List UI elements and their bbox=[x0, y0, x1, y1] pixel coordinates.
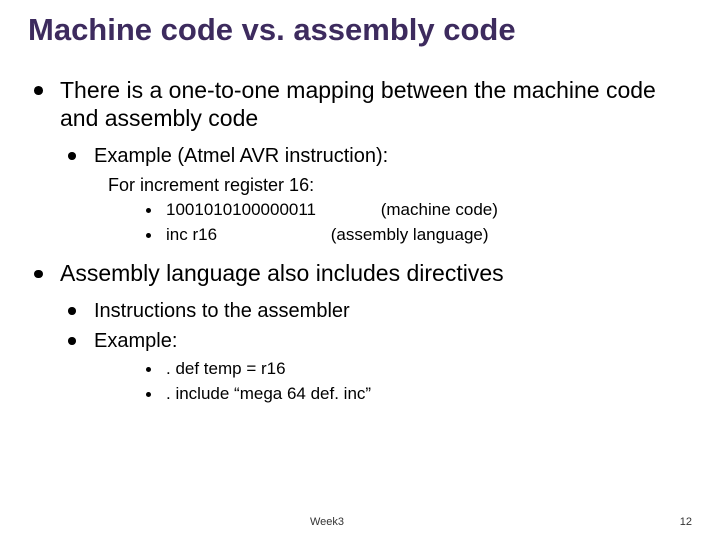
bullet-level3-intro: For increment register 16: bbox=[108, 173, 692, 197]
slide-number: 12 bbox=[680, 516, 692, 528]
bullet-level4: 1001010100000011 (machine code) bbox=[146, 199, 692, 222]
note-text: (assembly language) bbox=[331, 225, 489, 244]
bullet-level2: Example: bbox=[68, 328, 692, 354]
bullet-level1: There is a one-to-one mapping between th… bbox=[34, 76, 692, 134]
note-text: (machine code) bbox=[381, 200, 498, 219]
code-text: 1001010100000011 bbox=[166, 199, 376, 222]
bullet-level4: . include “mega 64 def. inc” bbox=[146, 383, 692, 406]
bullet-level2: Example (Atmel AVR instruction): bbox=[68, 143, 692, 169]
slide-title: Machine code vs. assembly code bbox=[28, 12, 692, 48]
slide-container: Machine code vs. assembly code There is … bbox=[0, 0, 720, 420]
footer-week: Week3 bbox=[310, 516, 344, 528]
code-text: inc r16 bbox=[166, 224, 326, 247]
bullet-level2: Instructions to the assembler bbox=[68, 298, 692, 324]
bullet-level4: inc r16 (assembly language) bbox=[146, 224, 692, 247]
bullet-level4: . def temp = r16 bbox=[146, 358, 692, 381]
bullet-level1: Assembly language also includes directiv… bbox=[34, 259, 692, 288]
